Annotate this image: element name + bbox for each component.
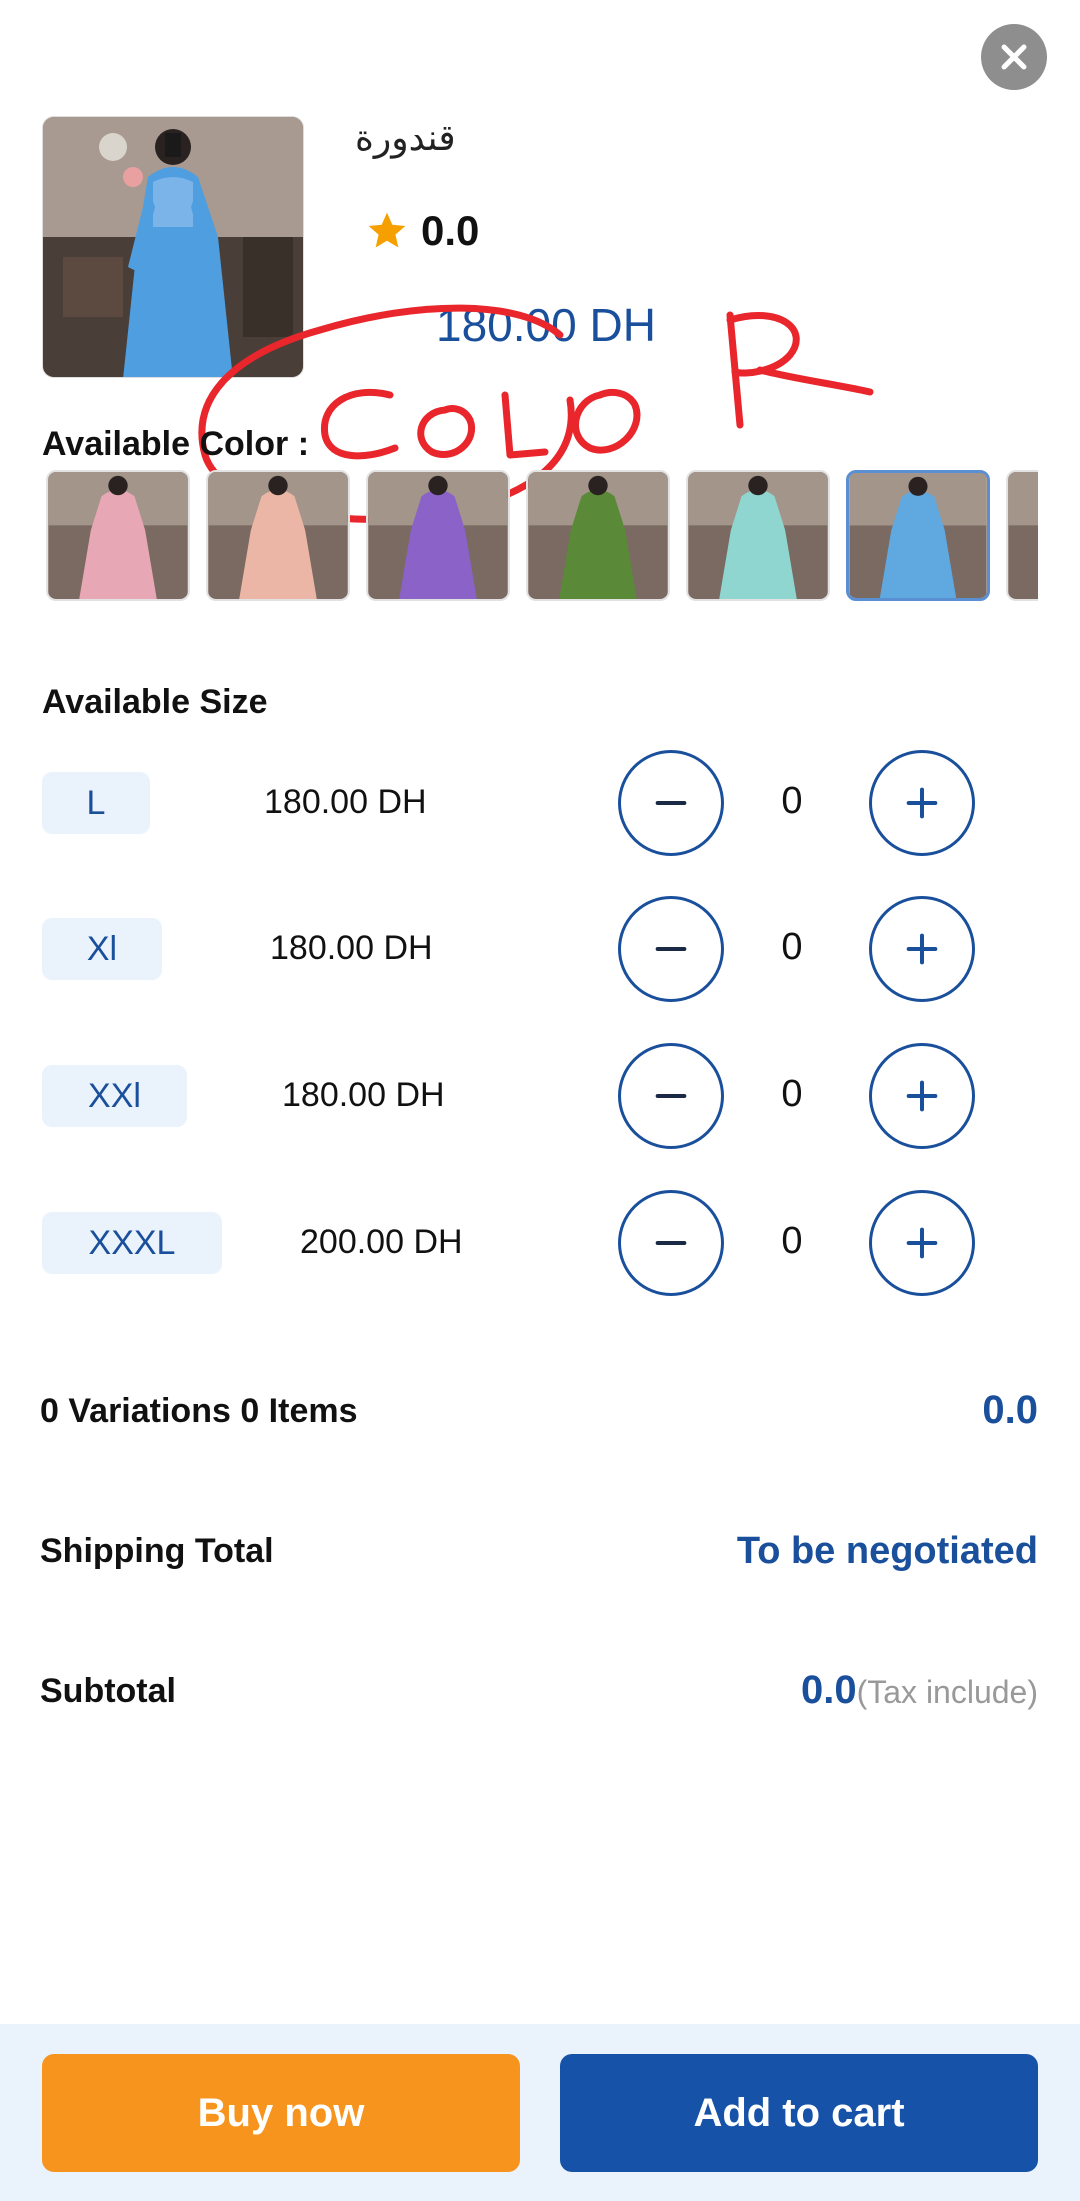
variations-summary: 0 Variations 0 Items 0.0	[40, 1384, 1038, 1444]
size-badge[interactable]: XXl	[42, 1065, 187, 1127]
color-swatch-list	[46, 470, 1038, 601]
swatch-image	[208, 472, 348, 599]
variations-total: 0.0	[982, 1388, 1038, 1432]
color-swatch-green[interactable]	[526, 470, 670, 601]
star-icon	[368, 212, 406, 248]
quantity-value: 0	[781, 780, 803, 822]
plus-icon	[906, 787, 938, 819]
size-badge[interactable]: L	[42, 772, 150, 834]
available-size-label: Available Size	[42, 683, 268, 721]
subtotal-label: Subtotal	[40, 1672, 176, 1710]
shipping-summary: Shipping Total To be negotiated	[40, 1524, 1038, 1584]
size-price: 180.00 DH	[270, 929, 433, 967]
quantity-value: 0	[781, 1073, 803, 1115]
close-icon	[1001, 44, 1027, 70]
size-row: Xl 180.00 DH 0	[0, 896, 1080, 1002]
swatch-image	[849, 473, 987, 598]
plus-icon	[906, 1080, 938, 1112]
color-swatch-pink[interactable]	[46, 470, 190, 601]
decrease-button[interactable]	[618, 1043, 724, 1149]
product-photo	[43, 117, 303, 377]
close-button[interactable]	[981, 24, 1047, 90]
size-row: XXl 180.00 DH 0	[0, 1043, 1080, 1149]
increase-button[interactable]	[869, 896, 975, 1002]
increase-button[interactable]	[869, 750, 975, 856]
decrease-button[interactable]	[618, 750, 724, 856]
product-title: قندورة	[355, 118, 456, 159]
decrease-button[interactable]	[618, 896, 724, 1002]
shipping-value: To be negotiated	[736, 1530, 1038, 1572]
size-price: 200.00 DH	[300, 1223, 463, 1261]
size-badge[interactable]: XXXL	[42, 1212, 222, 1274]
size-badge[interactable]: Xl	[42, 918, 162, 980]
subtotal-summary: Subtotal 0.0(Tax include)	[40, 1664, 1038, 1724]
shipping-label: Shipping Total	[40, 1532, 274, 1570]
minus-icon	[655, 801, 687, 805]
subtotal-value-group: 0.0(Tax include)	[801, 1668, 1038, 1713]
buy-now-button[interactable]: Buy now	[42, 2054, 520, 2172]
rating-value: 0.0	[421, 207, 480, 254]
color-swatch-blue[interactable]	[846, 470, 990, 601]
plus-icon	[906, 933, 938, 965]
minus-icon	[655, 1094, 687, 1098]
swatch-image	[1008, 472, 1038, 599]
tax-note: (Tax include)	[856, 1674, 1038, 1710]
plus-icon	[906, 1227, 938, 1259]
color-swatch-peach[interactable]	[206, 470, 350, 601]
increase-button[interactable]	[869, 1190, 975, 1296]
color-swatch-purple[interactable]	[366, 470, 510, 601]
size-row: L 180.00 DH 0	[0, 750, 1080, 856]
quantity-value: 0	[781, 926, 803, 968]
product-price: 180.00 DH	[436, 299, 656, 351]
color-swatch-more[interactable]	[1006, 470, 1038, 601]
add-to-cart-button[interactable]: Add to cart	[560, 2054, 1038, 2172]
minus-icon	[655, 947, 687, 951]
color-swatch-mint[interactable]	[686, 470, 830, 601]
minus-icon	[655, 1241, 687, 1245]
swatch-image	[48, 472, 188, 599]
swatch-image	[688, 472, 828, 599]
size-price: 180.00 DH	[264, 783, 427, 821]
available-color-label: Available Color :	[42, 425, 310, 463]
variations-label: 0 Variations 0 Items	[40, 1392, 358, 1430]
quantity-value: 0	[781, 1220, 803, 1262]
increase-button[interactable]	[869, 1043, 975, 1149]
decrease-button[interactable]	[618, 1190, 724, 1296]
size-row: XXXL 200.00 DH 0	[0, 1190, 1080, 1296]
swatch-image	[368, 472, 508, 599]
size-price: 180.00 DH	[282, 1076, 445, 1114]
swatch-image	[528, 472, 668, 599]
product-rating: 0.0	[365, 207, 479, 255]
product-image	[42, 116, 304, 378]
subtotal-value: 0.0	[800, 1668, 857, 1712]
